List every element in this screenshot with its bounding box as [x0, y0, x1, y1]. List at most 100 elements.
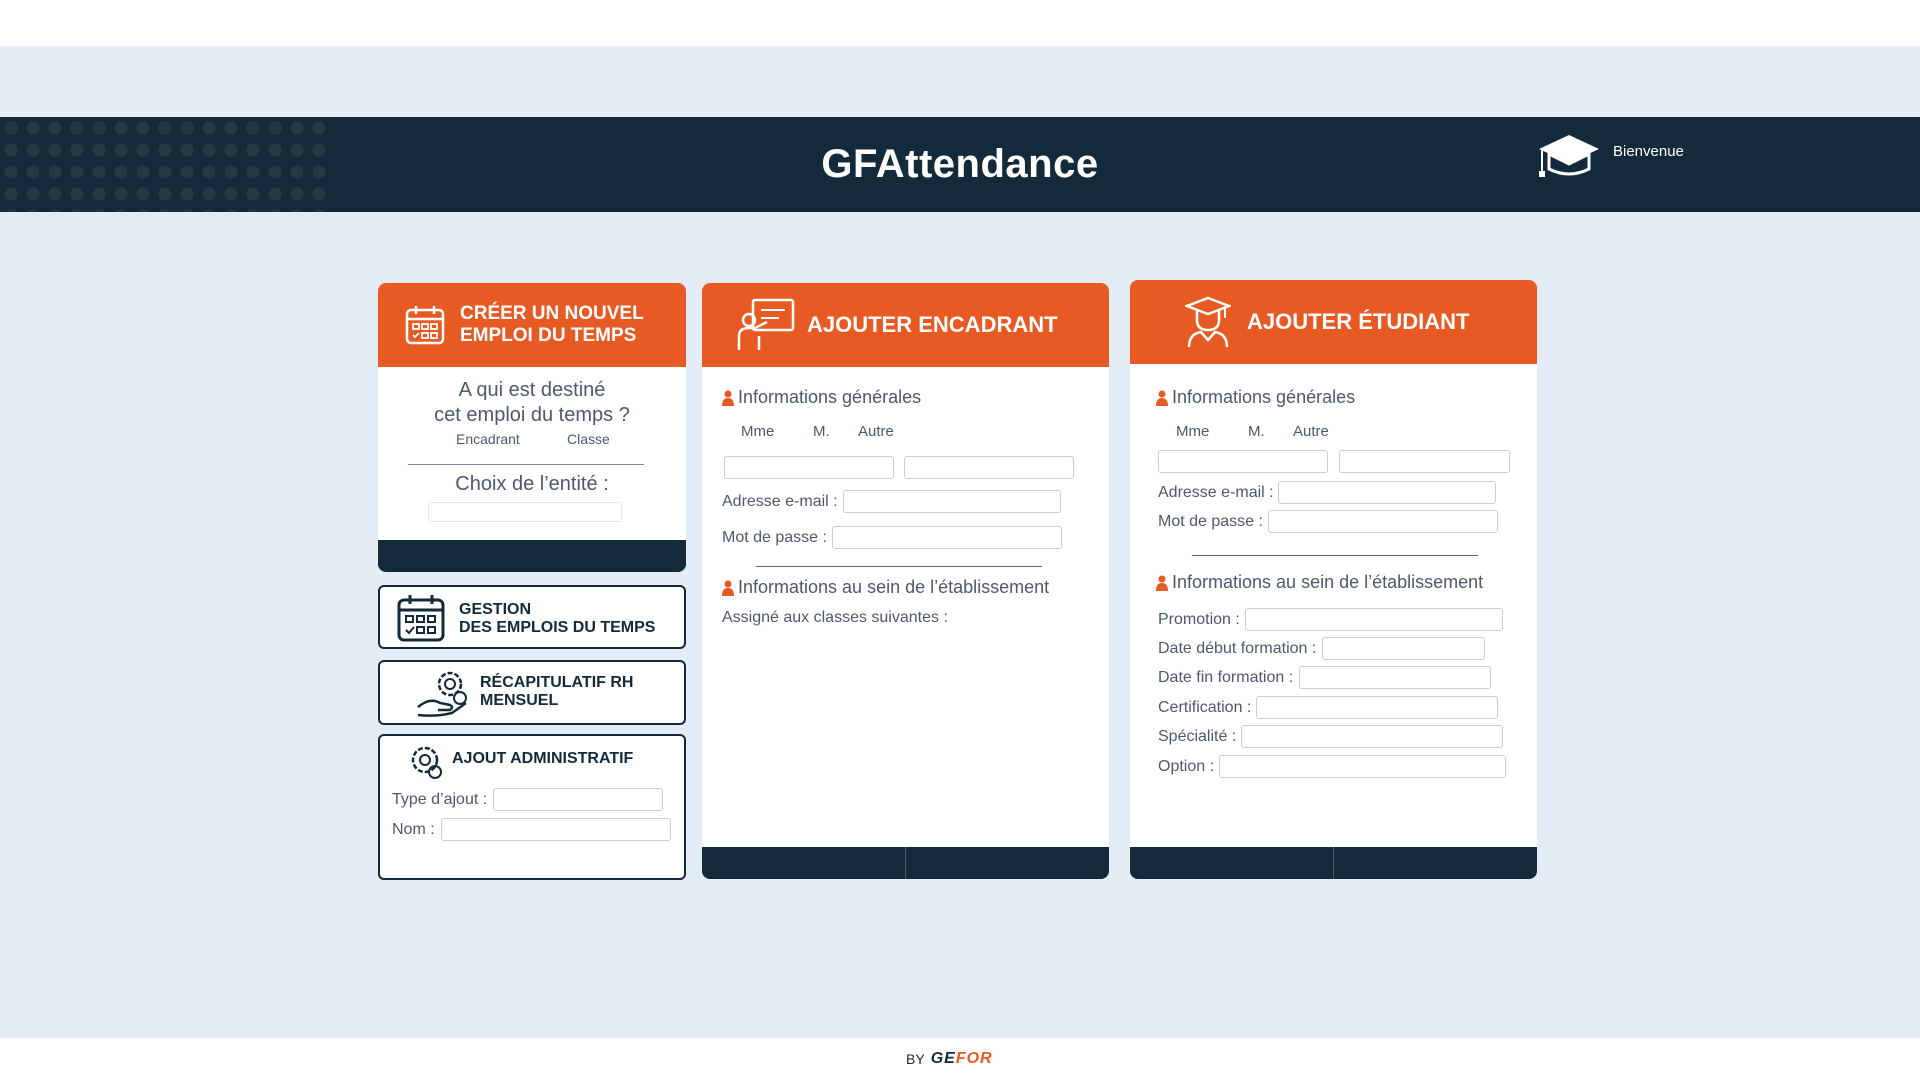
- student-speciality-label: Spécialité :: [1158, 727, 1237, 745]
- supervisor-password-row: Mot de passe :: [722, 526, 1062, 549]
- student-email-row: Adresse e-mail :: [1158, 481, 1496, 504]
- student-divider: [1192, 555, 1478, 556]
- app-header: GFAttendance: [0, 117, 1920, 212]
- supervisor-password-input[interactable]: [831, 526, 1062, 549]
- entity-select[interactable]: [428, 502, 622, 522]
- person-icon: [1156, 390, 1168, 406]
- create-timetable-header[interactable]: CRÉER UN NOUVEL EMPLOI DU TEMPS: [378, 283, 686, 367]
- student-promotion-label: Promotion :: [1158, 610, 1240, 628]
- supervisor-general-info-label: Informations générales: [738, 387, 922, 407]
- add-supervisor-footer: [702, 847, 1109, 879]
- supervisor-password-label: Mot de passe :: [722, 528, 827, 546]
- student-option-row: Option :: [1158, 755, 1507, 778]
- hr-summary-tile[interactable]: RÉCAPITULATIF RH MENSUEL: [378, 660, 686, 725]
- supervisor-establishment-info: Informations au sein de l’établissement: [722, 577, 1049, 598]
- entity-label: Choix de l’entité :: [455, 473, 609, 495]
- student-option-label: Option :: [1158, 757, 1215, 775]
- add-student-header: AJOUTER ÉTUDIANT: [1130, 280, 1537, 364]
- student-certification-input[interactable]: [1256, 696, 1499, 719]
- student-start-label: Date début formation :: [1158, 639, 1317, 657]
- student-gender-mme[interactable]: Mme: [1176, 423, 1248, 440]
- manage-timetables-tile[interactable]: GESTION DES EMPLOIS DU TEMPS: [378, 585, 686, 649]
- option-encadrant[interactable]: Encadrant: [456, 431, 520, 447]
- student-establishment-info-label: Informations au sein de l’établissement: [1172, 572, 1484, 592]
- supervisor-classes-label: Assigné aux classes suivantes :: [722, 609, 948, 626]
- add-supervisor-card: AJOUTER ENCADRANT Informations générales…: [702, 283, 1109, 879]
- supervisor-establishment-info-label: Informations au sein de l’établissement: [738, 577, 1050, 597]
- student-start-row: Date début formation :: [1158, 637, 1486, 660]
- whiteboard-teacher-icon: [737, 298, 795, 350]
- supervisor-email-row: Adresse e-mail :: [722, 490, 1061, 513]
- student-footer-right[interactable]: [1333, 847, 1537, 879]
- supervisor-lastname-input[interactable]: [724, 456, 894, 479]
- student-gender-other[interactable]: Autre: [1293, 423, 1329, 440]
- student-lastname-input[interactable]: [1158, 450, 1328, 473]
- student-email-input[interactable]: [1277, 481, 1496, 504]
- create-timetable-title-1: CRÉER UN NOUVEL: [460, 303, 644, 324]
- calendar-icon: [397, 595, 445, 642]
- student-gender-m[interactable]: M.: [1248, 423, 1293, 440]
- add-student-footer: [1130, 847, 1537, 879]
- add-student-title: AJOUTER ÉTUDIANT: [1247, 309, 1470, 334]
- app-title: GFAttendance: [821, 142, 1099, 186]
- student-speciality-input[interactable]: [1241, 725, 1504, 748]
- admin-name-input[interactable]: [440, 818, 671, 841]
- create-timetable-title-2: EMPLOI DU TEMPS: [460, 325, 637, 346]
- option-classe[interactable]: Classe: [567, 431, 610, 447]
- supervisor-footer-left[interactable]: [702, 847, 905, 879]
- student-general-info-label: Informations générales: [1172, 387, 1356, 407]
- student-end-input[interactable]: [1299, 666, 1492, 689]
- hr-summary-label: RÉCAPITULATIF RH MENSUEL: [480, 674, 633, 710]
- add-supervisor-title: AJOUTER ENCADRANT: [807, 312, 1058, 337]
- timetable-question: A qui est destiné cet emploi du temps ?: [378, 378, 686, 428]
- person-icon: [1156, 575, 1168, 591]
- brand-logo-part-a: GE: [930, 1050, 956, 1067]
- student-firstname-input[interactable]: [1339, 450, 1510, 473]
- question-line-1: A qui est destiné: [458, 379, 606, 401]
- student-establishment-info: Informations au sein de l’établissement: [1156, 572, 1483, 593]
- supervisor-footer-right[interactable]: [905, 847, 1109, 879]
- admin-type-input[interactable]: [493, 788, 664, 811]
- student-password-input[interactable]: [1267, 510, 1498, 533]
- hr-label-1: RÉCAPITULATIF RH: [480, 674, 634, 691]
- footer-credit: BY GEFOR: [906, 1050, 993, 1068]
- admin-add-tile: AJOUT ADMINISTRATIF Type d’ajout : Nom :: [378, 734, 686, 880]
- manage-timetables-label: GESTION DES EMPLOIS DU TEMPS: [459, 601, 655, 637]
- supervisor-email-input[interactable]: [842, 490, 1061, 513]
- admin-type-row: Type d’ajout :: [392, 788, 664, 811]
- student-end-row: Date fin formation :: [1158, 666, 1492, 689]
- student-certification-row: Certification :: [1158, 696, 1499, 719]
- brand-logo: GEFOR: [931, 1050, 993, 1068]
- supervisor-gender-mme[interactable]: Mme: [741, 423, 813, 440]
- supervisor-divider: [756, 566, 1042, 567]
- student-option-input[interactable]: [1219, 755, 1507, 778]
- student-password-row: Mot de passe :: [1158, 510, 1498, 533]
- student-promotion-input[interactable]: [1244, 608, 1503, 631]
- person-icon: [722, 580, 734, 596]
- supervisor-firstname-input[interactable]: [904, 456, 1074, 479]
- create-timetable-card: CRÉER UN NOUVEL EMPLOI DU TEMPS A qui es…: [378, 283, 686, 572]
- footer-by: BY: [906, 1051, 925, 1067]
- create-timetable-footer[interactable]: [378, 540, 686, 572]
- supervisor-gender-m[interactable]: M.: [813, 423, 858, 440]
- student-start-input[interactable]: [1322, 637, 1486, 660]
- student-password-label: Mot de passe :: [1158, 512, 1263, 530]
- admin-name-row: Nom :: [392, 818, 671, 841]
- student-footer-left[interactable]: [1130, 847, 1333, 879]
- add-supervisor-header: AJOUTER ENCADRANT: [702, 283, 1109, 367]
- graduate-student-icon: [1185, 296, 1231, 348]
- question-line-2: cet emploi du temps ?: [434, 404, 630, 426]
- welcome-label[interactable]: Bienvenue: [1613, 143, 1684, 160]
- graduation-cap-icon[interactable]: [1537, 133, 1601, 181]
- student-promotion-row: Promotion :: [1158, 608, 1503, 631]
- admin-add-title: AJOUT ADMINISTRATIF: [452, 750, 634, 767]
- hr-label-2: MENSUEL: [480, 692, 559, 709]
- gear-hand-icon: [417, 671, 467, 717]
- supervisor-gender-other[interactable]: Autre: [858, 423, 894, 440]
- supervisor-general-info: Informations générales: [722, 387, 921, 408]
- student-email-label: Adresse e-mail :: [1158, 483, 1274, 501]
- admin-name-label: Nom :: [392, 820, 435, 838]
- student-gender-options: Mme M. Autre: [1176, 423, 1329, 440]
- student-end-label: Date fin formation :: [1158, 668, 1294, 686]
- calendar-icon: [405, 306, 445, 345]
